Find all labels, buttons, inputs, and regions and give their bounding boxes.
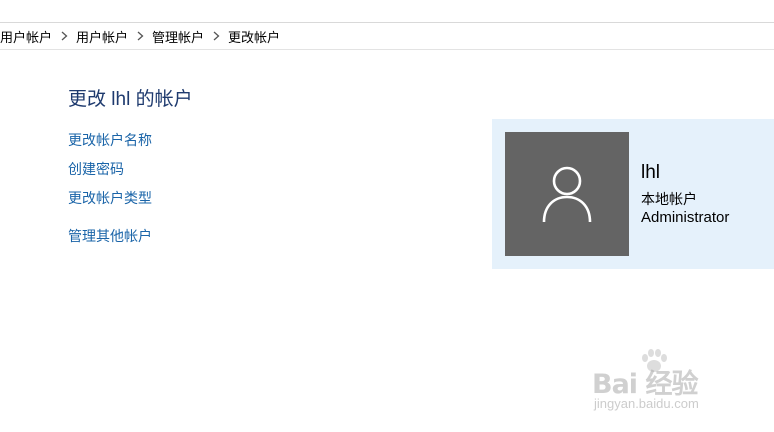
watermark-sub: jingyan.baidu.com [594,396,699,411]
breadcrumb-item-manage-accounts[interactable]: 管理帐户 [148,27,208,46]
breadcrumb-item-user-accounts-root[interactable]: 用户帐户 [0,27,56,46]
create-password-link[interactable]: 创建密码 [68,159,124,179]
chevron-right-icon [208,23,224,49]
page-title: 更改 lhl 的帐户 [68,89,193,110]
change-account-name-link[interactable]: 更改帐户名称 [68,130,152,150]
account-role: Administrator [641,209,730,226]
account-card: lhl 本地帐户 Administrator [492,119,774,269]
breadcrumb-item-user-accounts[interactable]: 用户帐户 [72,27,132,46]
breadcrumb-item-change-account[interactable]: 更改帐户 [224,27,284,46]
user-silhouette-icon [542,166,592,223]
chevron-right-icon [132,23,148,49]
avatar [505,132,629,256]
account-name: lhl [641,162,661,183]
watermark: Bai 经验 jingyan.baidu.com [592,349,742,414]
chevron-right-icon [56,23,72,49]
breadcrumb: 用户帐户 用户帐户 管理帐户 更改帐户 [0,23,774,50]
manage-other-accounts-link[interactable]: 管理其他帐户 [68,226,152,246]
account-type: 本地帐户 [641,191,697,207]
change-account-type-link[interactable]: 更改帐户类型 [68,188,152,208]
